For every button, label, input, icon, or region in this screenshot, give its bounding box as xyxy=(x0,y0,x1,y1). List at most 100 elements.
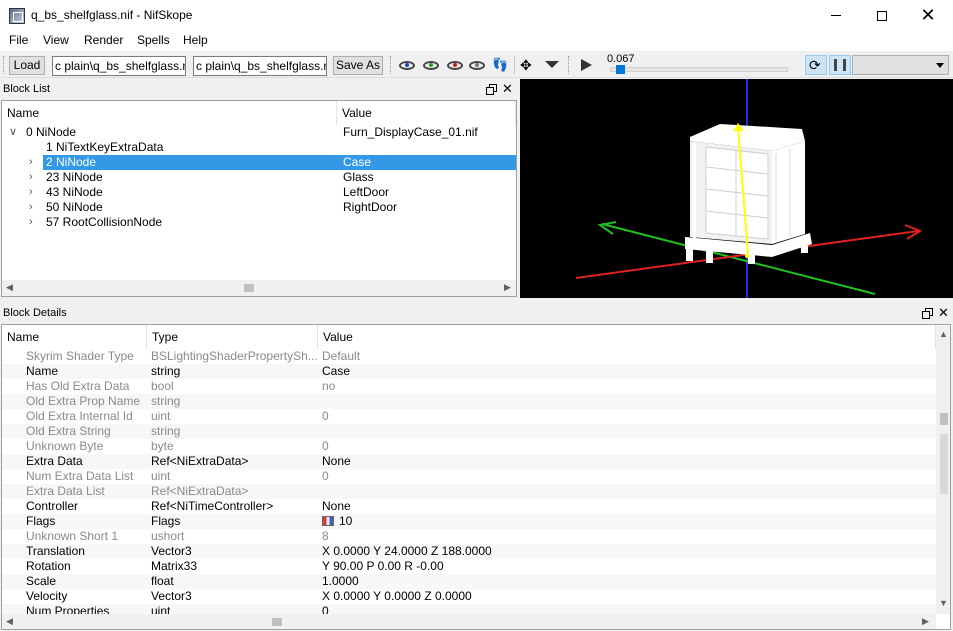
expand-icon[interactable]: › xyxy=(29,200,33,215)
menu-spells[interactable]: Spells xyxy=(137,33,170,47)
save-path-field[interactable]: c plain\q_bs_shelfglass.nif xyxy=(193,56,327,76)
detail-row[interactable]: Flags Flags 10 xyxy=(2,514,936,529)
view-front-button[interactable] xyxy=(398,58,416,72)
detail-row[interactable]: Skyrim Shader Type BSLightingShaderProper… xyxy=(2,349,936,364)
block-list-close-button[interactable]: ✕ xyxy=(502,81,513,97)
detail-row[interactable]: Rotation Matrix33 Y 90.00 P 0.00 R -0.00 xyxy=(2,559,936,574)
toolbar-grip-3[interactable] xyxy=(568,56,571,74)
detail-row[interactable]: Extra Data Ref<NiExtraData> None xyxy=(2,454,936,469)
timeline-slider[interactable] xyxy=(610,67,788,72)
block-details-close-button[interactable]: ✕ xyxy=(938,305,949,321)
scroll-up-icon[interactable]: ▲ xyxy=(939,329,948,339)
detail-value[interactable]: 8 xyxy=(322,529,329,544)
tree-row[interactable]: ∨ 0 NiNode Furn_DisplayCase_01.nif xyxy=(2,125,516,140)
detail-row[interactable]: Old Extra Prop Name string xyxy=(2,394,936,409)
detail-row[interactable]: Has Old Extra Data bool no xyxy=(2,379,936,394)
block-list-tree[interactable]: Name Value ∨ 0 NiNode Furn_DisplayCase_01.… xyxy=(1,100,517,297)
block-details-horizontal-scrollbar[interactable]: ◀ ▶ xyxy=(2,614,936,629)
column-header-value[interactable]: Value xyxy=(318,325,936,349)
animation-sequence-select[interactable] xyxy=(852,55,949,75)
scroll-right-icon[interactable]: ▶ xyxy=(504,282,511,293)
detail-value[interactable]: 0 xyxy=(322,469,329,484)
detail-row[interactable]: Name string Case xyxy=(2,364,936,379)
expand-icon[interactable]: › xyxy=(29,215,33,230)
expand-icon[interactable]: › xyxy=(29,155,33,170)
tree-row[interactable]: › 43 NiNode LeftDoor xyxy=(2,185,516,200)
scrollbar-thumb[interactable] xyxy=(244,284,254,292)
scrollbar-thumb[interactable] xyxy=(272,618,282,626)
load-button[interactable]: Load xyxy=(9,56,45,75)
scroll-right-icon[interactable]: ▶ xyxy=(922,616,929,627)
close-button[interactable]: ✕ xyxy=(905,0,951,31)
detail-row[interactable]: Old Extra Internal Id uint 0 xyxy=(2,409,936,424)
detail-value[interactable]: 0 xyxy=(322,439,329,454)
detail-row[interactable]: Translation Vector3 X 0.0000 Y 24.0000 Z 1… xyxy=(2,544,936,559)
scroll-left-icon[interactable]: ◀ xyxy=(6,282,13,293)
toolbar-grip[interactable] xyxy=(3,56,6,74)
render-view[interactable] xyxy=(520,79,953,298)
view-side-button[interactable] xyxy=(422,58,440,72)
view-top-button[interactable] xyxy=(446,58,464,72)
maximize-button[interactable] xyxy=(859,0,905,31)
detail-value[interactable]: None xyxy=(322,499,351,514)
detail-row[interactable]: Num Extra Data List uint 0 xyxy=(2,469,936,484)
detail-row[interactable]: Unknown Short 1 ushort 8 xyxy=(2,529,936,544)
detail-row[interactable]: Scale float 1.0000 xyxy=(2,574,936,589)
detail-value[interactable]: X 0.0000 Y 0.0000 Z 0.0000 xyxy=(322,589,472,604)
block-details-table[interactable]: Name Type Value Skyrim Shader Type BSLigh… xyxy=(1,324,951,630)
menu-file[interactable]: File xyxy=(9,33,28,47)
block-list-float-button[interactable] xyxy=(486,84,497,95)
expand-icon[interactable]: › xyxy=(29,170,33,185)
detail-row[interactable]: Old Extra String string xyxy=(2,424,936,439)
menu-help[interactable]: Help xyxy=(183,33,208,47)
detail-value[interactable]: Y 90.00 P 0.00 R -0.00 xyxy=(322,559,444,574)
detail-type: string xyxy=(151,364,181,378)
detail-value[interactable]: Case xyxy=(322,364,350,379)
chevron-down-icon xyxy=(545,61,559,68)
column-header-value[interactable]: Value xyxy=(337,101,516,125)
detail-row[interactable]: Extra Data List Ref<NiExtraData> xyxy=(2,484,936,499)
tree-row[interactable]: › 23 NiNode Glass xyxy=(2,170,516,185)
detail-value[interactable]: X 0.0000 Y 24.0000 Z 188.0000 xyxy=(322,544,492,559)
detail-value[interactable]: 0 xyxy=(322,409,329,424)
detail-value[interactable]: 1.0000 xyxy=(322,574,359,589)
detail-row[interactable]: Unknown Byte byte 0 xyxy=(2,439,936,454)
column-header-name[interactable]: Name xyxy=(2,325,147,349)
timeline-slider-handle[interactable] xyxy=(616,65,626,74)
view-dropdown-button[interactable] xyxy=(544,58,562,72)
scrollbar-thumb[interactable] xyxy=(940,413,948,425)
scrollbar-track-segment[interactable] xyxy=(940,434,948,494)
play-button[interactable] xyxy=(578,58,596,72)
scroll-left-icon[interactable]: ◀ xyxy=(6,616,13,627)
loop-button[interactable]: ⟳ xyxy=(805,55,827,75)
tree-row[interactable]: › 2 NiNode Case xyxy=(2,155,516,170)
detail-value[interactable]: Default xyxy=(322,349,360,364)
column-header-type[interactable]: Type xyxy=(147,325,318,349)
scroll-down-icon[interactable]: ▼ xyxy=(939,598,948,608)
detail-value[interactable]: None xyxy=(322,454,351,469)
detail-row[interactable]: Velocity Vector3 X 0.0000 Y 0.0000 Z 0.000… xyxy=(2,589,936,604)
block-details-vertical-scrollbar[interactable]: ▲ ▼ xyxy=(936,326,950,614)
detail-value[interactable]: 10 xyxy=(322,514,352,529)
walk-mode-button[interactable]: 👣 xyxy=(492,58,510,72)
switch-button[interactable] xyxy=(829,55,851,75)
block-list-horizontal-scrollbar[interactable]: ◀ ▶ xyxy=(2,280,516,296)
expand-icon[interactable]: › xyxy=(29,185,33,200)
tree-row[interactable]: 1 NiTextKeyExtraData xyxy=(2,140,516,155)
view-user-button[interactable] xyxy=(468,58,486,72)
minimize-button[interactable] xyxy=(813,0,859,31)
column-header-name[interactable]: Name xyxy=(2,101,337,125)
save-as-button[interactable]: Save As xyxy=(333,56,383,75)
detail-value[interactable]: no xyxy=(322,379,335,394)
tree-row[interactable]: › 57 RootCollisionNode xyxy=(2,215,516,230)
move-view-button[interactable]: ✥ xyxy=(520,58,538,72)
collapse-icon[interactable]: ∨ xyxy=(9,125,17,140)
detail-row[interactable]: Controller Ref<NiTimeController> None xyxy=(2,499,936,514)
tree-row[interactable]: › 50 NiNode RightDoor xyxy=(2,200,516,215)
detail-type: uint xyxy=(151,409,171,423)
block-details-float-button[interactable] xyxy=(922,308,933,319)
menu-view[interactable]: View xyxy=(43,33,69,47)
toolbar-grip-2[interactable] xyxy=(390,56,393,74)
menu-render[interactable]: Render xyxy=(84,33,123,47)
load-path-field[interactable]: c plain\q_bs_shelfglass.nif xyxy=(52,56,186,76)
